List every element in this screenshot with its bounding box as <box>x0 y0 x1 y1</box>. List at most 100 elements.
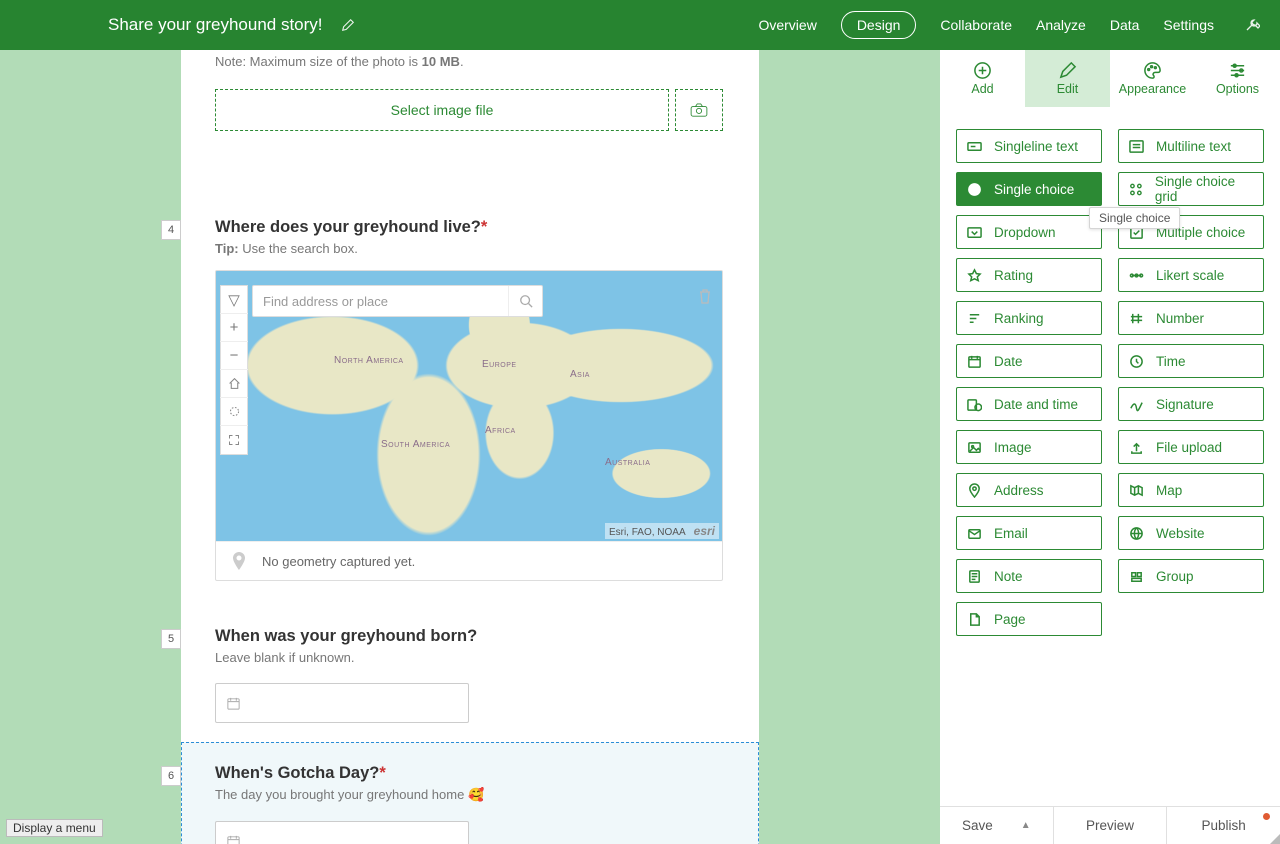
question-number-6: 6 <box>161 766 181 786</box>
field-icon <box>967 440 982 455</box>
calendar-icon <box>226 696 241 711</box>
tools-icon[interactable] <box>1244 17 1260 33</box>
field-date-and-time[interactable]: Date and time <box>956 387 1102 421</box>
field-grid: Singleline text Multiline text Single choi… <box>940 107 1280 806</box>
field-note[interactable]: Note <box>956 559 1102 593</box>
field-ranking[interactable]: Ranking <box>956 301 1102 335</box>
nav-collaborate[interactable]: Collaborate <box>940 17 1012 33</box>
tab-edit[interactable]: Edit <box>1025 50 1110 107</box>
field-singleline-text[interactable]: Singleline text <box>956 129 1102 163</box>
tab-add[interactable]: Add <box>940 50 1025 107</box>
field-rating[interactable]: Rating <box>956 258 1102 292</box>
question-number-4: 4 <box>161 220 181 240</box>
q4-hint: Tip: Use the search box. <box>215 241 725 256</box>
field-multiline-text[interactable]: Multiline text <box>1118 129 1264 163</box>
sliders-icon <box>1228 61 1247 80</box>
map-search <box>252 285 543 317</box>
continent-label: Australia <box>605 457 650 468</box>
map-widget[interactable]: North America Europe Asia Africa South A… <box>215 270 723 581</box>
field-number[interactable]: Number <box>1118 301 1264 335</box>
continent-label: North America <box>334 355 404 366</box>
tab-appearance[interactable]: Appearance <box>1110 50 1195 107</box>
form-canvas: Note: Maximum size of the photo is 10 MB… <box>0 50 940 844</box>
map-trash[interactable] <box>694 285 716 307</box>
survey-title: Share your greyhound story! <box>108 15 323 35</box>
publish-button[interactable]: Publish <box>1167 807 1280 844</box>
toolbox-panel: Add Edit Appearance Options Singleline t… <box>940 50 1280 844</box>
field-group[interactable]: Group <box>1118 559 1264 593</box>
field-email[interactable]: Email <box>956 516 1102 550</box>
pin-icon <box>232 552 246 570</box>
field-website[interactable]: Website <box>1118 516 1264 550</box>
field-icon <box>967 268 982 283</box>
camera-button[interactable] <box>675 89 723 131</box>
q6-label: When's Gotcha Day?* <box>215 764 725 783</box>
save-button[interactable]: Save▲ <box>940 807 1054 844</box>
nav-analyze[interactable]: Analyze <box>1036 17 1086 33</box>
field-icon <box>1129 182 1143 197</box>
top-bar: Share your greyhound story! Overview Des… <box>0 0 1280 50</box>
edit-icon <box>1058 61 1077 80</box>
preview-button[interactable]: Preview <box>1054 807 1168 844</box>
q6-date-input[interactable] <box>215 821 469 844</box>
map-zoom-in[interactable]: + <box>220 314 248 342</box>
field-dropdown[interactable]: Dropdown <box>956 215 1102 249</box>
edit-title-icon[interactable] <box>341 18 355 32</box>
field-likert-scale[interactable]: Likert scale <box>1118 258 1264 292</box>
resize-handle[interactable] <box>1270 834 1280 844</box>
field-time[interactable]: Time <box>1118 344 1264 378</box>
field-icon <box>967 225 982 240</box>
select-image-button[interactable]: Select image file <box>215 89 669 131</box>
field-icon <box>1129 268 1144 283</box>
map-toolbar: ▽ + − <box>220 285 248 455</box>
form-surface[interactable]: Note: Maximum size of the photo is 10 MB… <box>181 50 759 844</box>
unsaved-dot <box>1263 813 1270 820</box>
q5-hint: Leave blank if unknown. <box>215 650 725 665</box>
nav-data[interactable]: Data <box>1110 17 1140 33</box>
palette-icon <box>1143 61 1162 80</box>
field-image[interactable]: Image <box>956 430 1102 464</box>
field-icon <box>967 354 982 369</box>
q5-date-input[interactable] <box>215 683 469 723</box>
camera-icon <box>690 103 708 117</box>
field-icon <box>967 526 982 541</box>
nav-overview[interactable]: Overview <box>758 17 816 33</box>
trash-icon <box>698 288 712 304</box>
continent-label: Europe <box>482 359 517 370</box>
field-icon <box>967 139 982 154</box>
field-page[interactable]: Page <box>956 602 1102 636</box>
field-map[interactable]: Map <box>1118 473 1264 507</box>
q5-label: When was your greyhound born? <box>215 627 725 646</box>
nav-settings[interactable]: Settings <box>1163 17 1214 33</box>
field-signature[interactable]: Signature <box>1118 387 1264 421</box>
field-single-choice[interactable]: Single choiceSingle choice <box>956 172 1102 206</box>
panel-tabs: Add Edit Appearance Options <box>940 50 1280 107</box>
field-date[interactable]: Date <box>956 344 1102 378</box>
nav-design[interactable]: Design <box>841 11 917 39</box>
field-icon <box>967 612 982 627</box>
field-icon <box>967 182 982 197</box>
map-home[interactable] <box>220 370 248 398</box>
tab-options[interactable]: Options <box>1195 50 1280 107</box>
field-icon <box>967 483 982 498</box>
continent-label: Asia <box>570 369 590 380</box>
field-address[interactable]: Address <box>956 473 1102 507</box>
map-search-input[interactable] <box>253 294 508 309</box>
field-single-choice-grid[interactable]: Single choice grid <box>1118 172 1264 206</box>
calendar-icon <box>226 834 241 844</box>
panel-footer: Save▲ Preview Publish <box>940 806 1280 844</box>
q6-hint: The day you brought your greyhound home … <box>215 787 725 803</box>
field-icon <box>1129 569 1144 584</box>
field-file-upload[interactable]: File upload <box>1118 430 1264 464</box>
map-basemap[interactable] <box>220 398 248 426</box>
field-icon <box>1129 397 1144 412</box>
field-icon <box>967 311 982 326</box>
map-search-button[interactable] <box>508 286 542 316</box>
field-icon <box>1129 139 1144 154</box>
tooltip: Single choice <box>1089 207 1180 229</box>
continent-label: Africa <box>485 425 516 436</box>
map-zoom-out[interactable]: − <box>220 342 248 370</box>
map-collapse-tool[interactable]: ▽ <box>220 286 248 314</box>
map-fullscreen[interactable] <box>220 426 248 454</box>
map-attribution: Esri, FAO, NOAAesri <box>605 523 719 539</box>
